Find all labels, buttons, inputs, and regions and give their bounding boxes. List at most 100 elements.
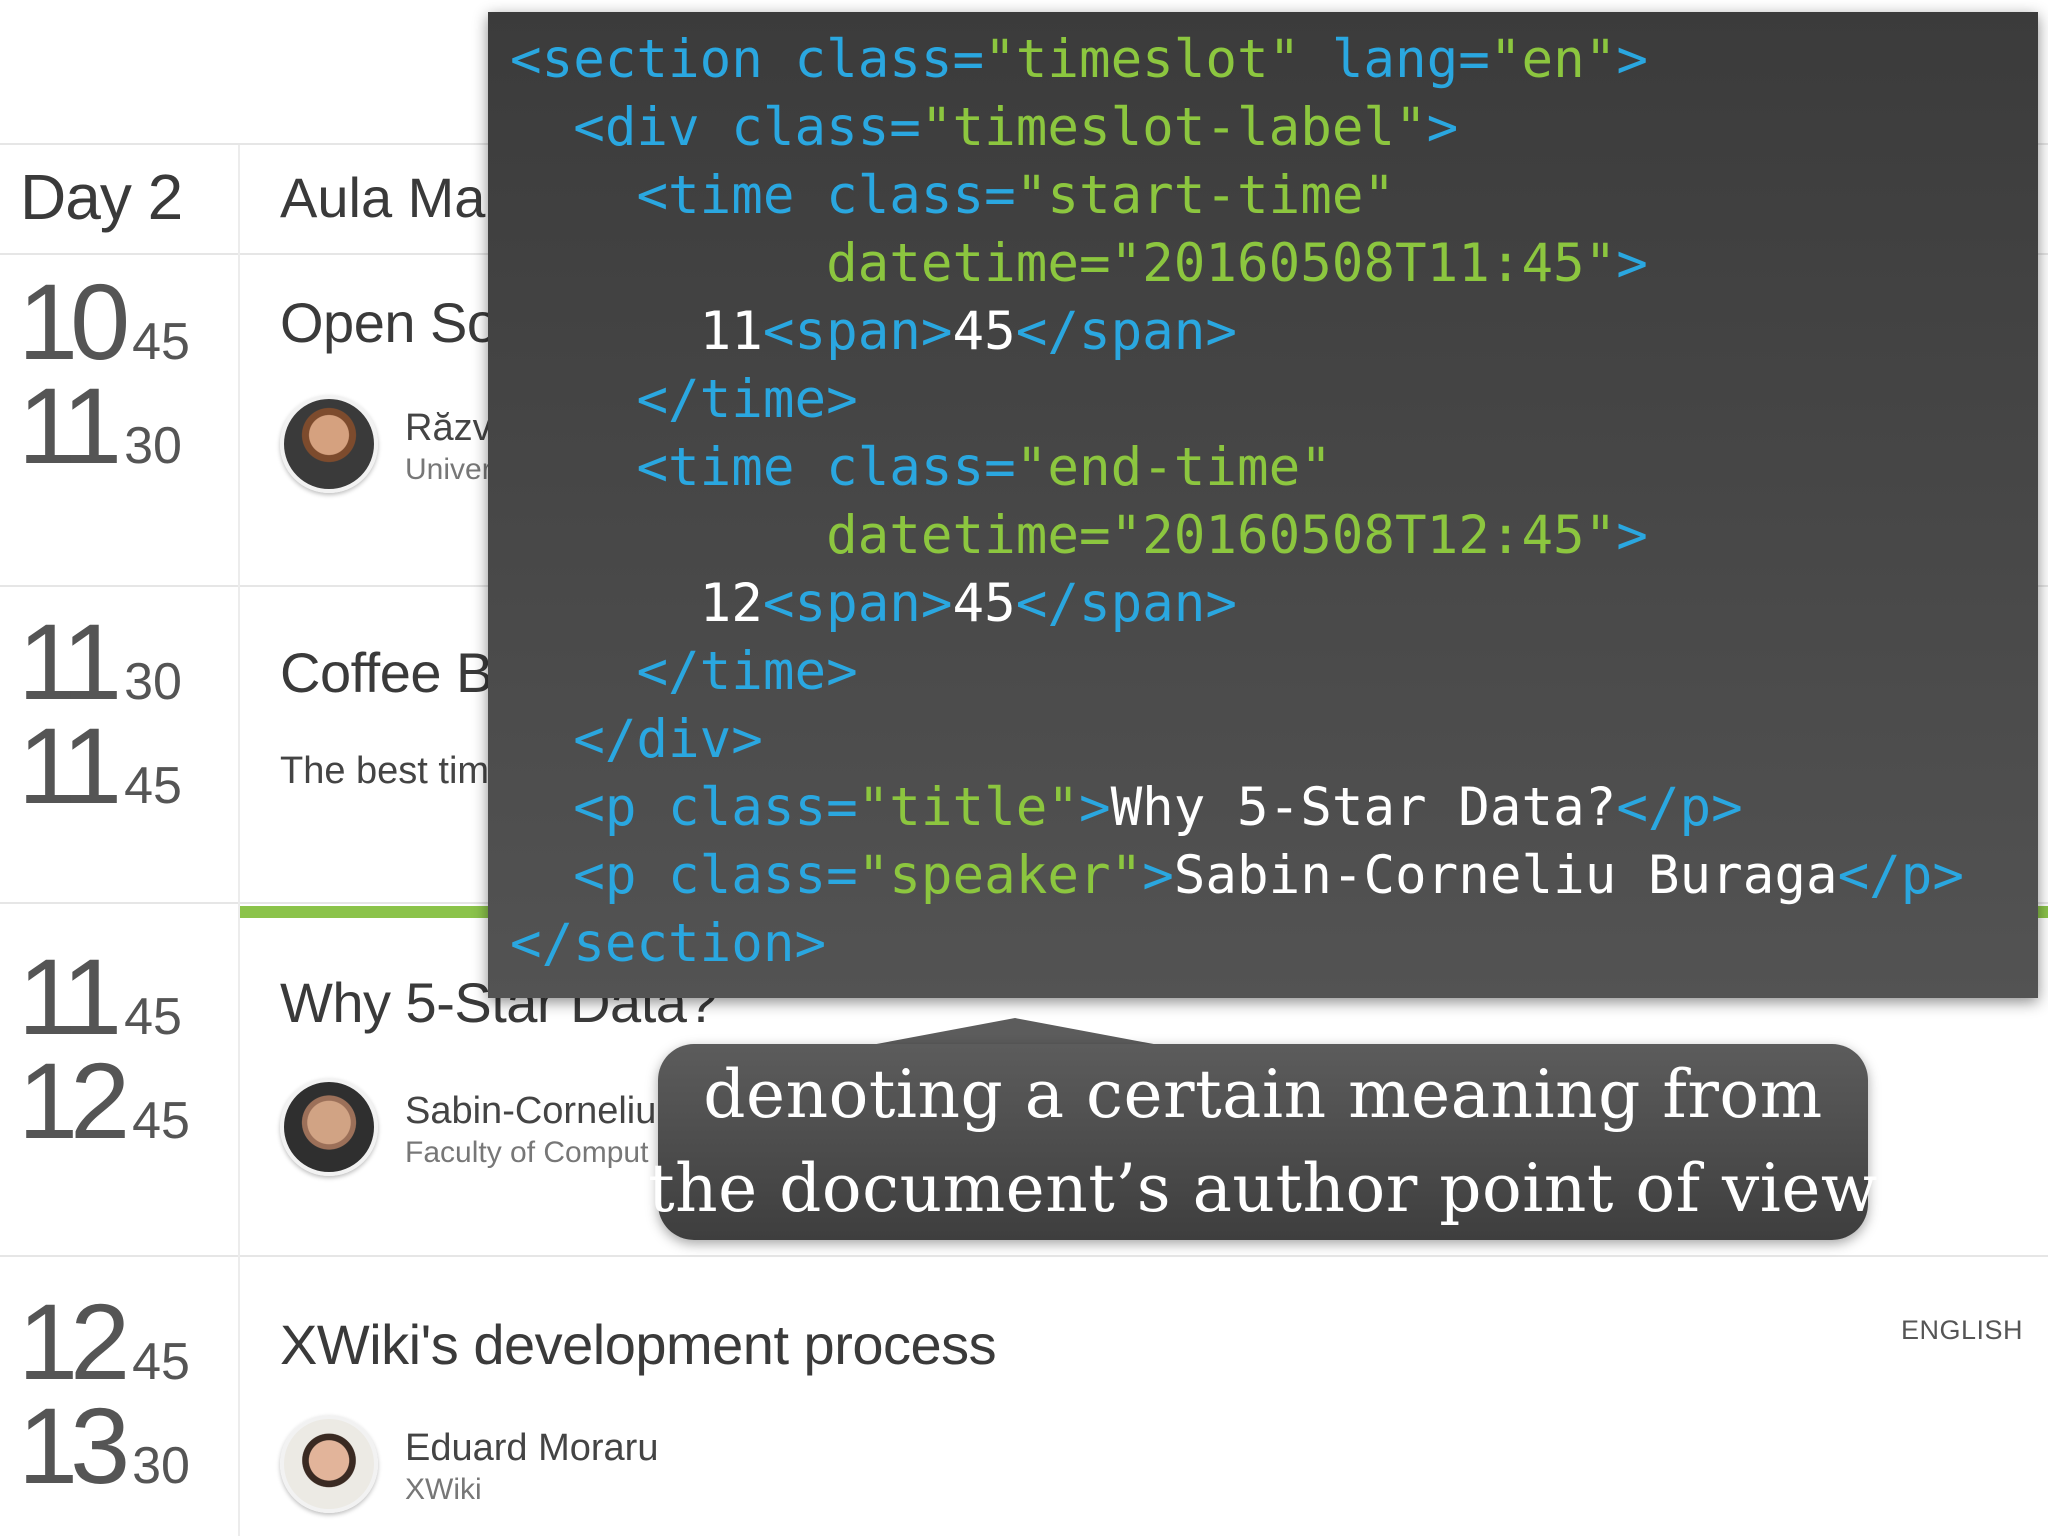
start-time: 11 30	[18, 601, 182, 722]
code-token: </div>	[573, 709, 763, 770]
code-token: </span>	[1015, 301, 1238, 362]
speaker-name: Răzv	[405, 407, 492, 449]
code-token: "en"	[1489, 29, 1617, 90]
speaker-avatar	[280, 1415, 378, 1513]
code-line: 11<span>45</span>	[510, 298, 1964, 366]
code-token: "speaker"	[857, 845, 1143, 906]
code-snippet-panel: <section class="timeslot" lang="en"> <di…	[488, 12, 2038, 998]
code-line: <div class="timeslot-label">	[510, 94, 1964, 162]
code-token: "end-time"	[1015, 437, 1332, 498]
code-token: <div	[573, 97, 732, 158]
code-token: 45	[952, 573, 1016, 634]
code-token: lang=	[1300, 29, 1490, 90]
code-token: >	[1616, 29, 1648, 90]
code-token: >	[1142, 845, 1174, 906]
code-token: "title"	[857, 777, 1079, 838]
column-divider	[238, 145, 240, 1536]
code-token: </p>	[1616, 777, 1743, 838]
code-token: </section>	[510, 913, 827, 974]
code-token: <span>	[762, 301, 953, 362]
end-time: 12 45	[18, 1040, 190, 1161]
end-time: 11 30	[18, 365, 182, 486]
code-line: <p class="speaker">Sabin-Corneliu Buraga…	[510, 842, 1964, 910]
code-line: </time>	[510, 638, 1964, 706]
code-line: </time>	[510, 366, 1964, 434]
code-line: </section>	[510, 910, 1964, 978]
start-time: 10 45	[18, 261, 190, 382]
explanation-callout: denoting a certain meaning from the docu…	[648, 1044, 1877, 1240]
code-token: "timeslot"	[984, 29, 1301, 90]
code-line: <section class="timeslot" lang="en">	[510, 26, 1964, 94]
slot-title[interactable]: Coffee B	[280, 640, 493, 705]
code-line: <time class="start-time"	[510, 162, 1964, 230]
start-time: 11 45	[18, 936, 182, 1057]
code-token: class=	[668, 777, 858, 838]
slot-time-range: 12 45 13 30	[18, 1281, 228, 1506]
code-line: datetime="20160508T11:45">	[510, 230, 1964, 298]
end-time: 11 45	[18, 705, 182, 826]
code-token: 12	[510, 573, 763, 634]
code-token: </time>	[636, 641, 858, 702]
code-token: >	[1616, 505, 1648, 566]
code-token: class=	[731, 97, 921, 158]
code-token: </span>	[1015, 573, 1238, 634]
slot-description: The best tim	[280, 750, 490, 792]
code-token: Sabin-Corneliu Buraga	[1173, 845, 1838, 906]
callout-line-2: the document’s author point of view	[648, 1150, 1878, 1227]
code-line: <time class="end-time"	[510, 434, 1964, 502]
code-token: "start-time"	[1015, 165, 1396, 226]
slot-time-range: 11 30 11 45	[18, 601, 228, 826]
code-token: "timeslot-label"	[920, 97, 1427, 158]
slot-time-range: 10 45 11 30	[18, 261, 228, 486]
end-time: 13 30	[18, 1385, 190, 1506]
speaker-avatar	[280, 395, 378, 493]
code-token: class=	[826, 437, 1016, 498]
speaker-name: Eduard Moraru	[405, 1427, 659, 1469]
code-token: datetime="20160508T11:45"	[826, 233, 1617, 294]
speaker-affiliation: Faculty of Comput	[405, 1136, 649, 1169]
code-token: 11	[510, 301, 763, 362]
start-time: 12 45	[18, 1281, 190, 1402]
code-token: <span>	[762, 573, 953, 634]
day-label: Day 2	[20, 161, 183, 233]
code-token: Why 5-Star Data?	[1110, 777, 1617, 838]
room-label[interactable]: Aula Ma	[280, 165, 485, 230]
code-line: datetime="20160508T12:45">	[510, 502, 1964, 570]
code-token: datetime="20160508T12:45"	[826, 505, 1617, 566]
code-token: 45	[952, 301, 1016, 362]
speaker-name: Sabin-Corneliu	[405, 1090, 657, 1132]
code-line: </div>	[510, 706, 1964, 774]
code-line: <p class="title">Why 5-Star Data?</p>	[510, 774, 1964, 842]
code-token: <p	[573, 777, 669, 838]
code-token: >	[1078, 777, 1111, 838]
code-token: </time>	[636, 369, 858, 430]
code-token: <p	[573, 845, 669, 906]
slot-title[interactable]: XWiki's development process	[280, 1312, 997, 1377]
speaker-affiliation: XWiki	[405, 1473, 482, 1506]
language-badge: ENGLISH	[1900, 1315, 2023, 1345]
slot-time-range: 11 45 12 45	[18, 936, 228, 1161]
divider	[0, 1255, 2048, 1257]
speaker-affiliation: Univer	[405, 453, 492, 486]
code-token: <time	[636, 437, 827, 498]
code-token: >	[1426, 97, 1459, 158]
callout-line-1: denoting a certain meaning from	[703, 1056, 1823, 1133]
speaker-avatar	[280, 1078, 378, 1176]
code-line: 12<span>45</span>	[510, 570, 1964, 638]
code-token: class=	[794, 29, 985, 90]
code-token: <time	[636, 165, 827, 226]
code-block: <section class="timeslot" lang="en"> <di…	[510, 26, 1964, 978]
code-token: class=	[668, 845, 858, 906]
code-token: <section	[510, 29, 795, 90]
slot-title[interactable]: Open So	[280, 290, 498, 355]
code-token: >	[1616, 233, 1648, 294]
